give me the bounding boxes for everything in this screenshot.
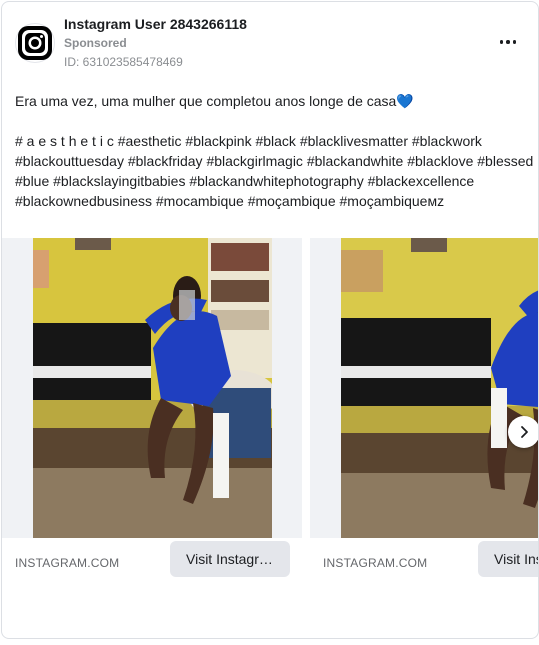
- card-domain-2: INSTAGRAM.COM: [323, 556, 428, 570]
- visit-instagram-button-1[interactable]: Visit Instagr…: [170, 541, 290, 577]
- caption-text: Era uma vez, uma mulher que completou an…: [15, 93, 397, 109]
- ad-card: Instagram User 2843266118 Sponsored ID: …: [1, 1, 539, 639]
- caption-hashtags: # a e s t h e t i c #aesthetic #blackpin…: [15, 133, 538, 209]
- more-options-icon[interactable]: [496, 32, 520, 52]
- carousel-image-2[interactable]: [341, 238, 538, 538]
- ad-id: ID: 631023585478469: [64, 55, 183, 69]
- carousel: INSTAGRAM.COM Visit Instagr… INSTAGRAM.C…: [2, 238, 538, 588]
- sponsored-label: Sponsored: [64, 36, 127, 50]
- instagram-logo-icon[interactable]: [15, 23, 55, 63]
- carousel-card-1[interactable]: [2, 238, 302, 538]
- ad-caption: Era uma vez, uma mulher que completou an…: [15, 91, 535, 211]
- carousel-card-2[interactable]: [310, 238, 538, 538]
- carousel-image-1[interactable]: [33, 238, 272, 538]
- blue-heart-icon: 💙: [396, 93, 414, 109]
- card-domain-1: INSTAGRAM.COM: [15, 556, 120, 570]
- visit-instagram-button-2[interactable]: Visit Ins: [478, 541, 538, 577]
- chevron-right-icon[interactable]: [508, 416, 538, 448]
- advertiser-name[interactable]: Instagram User 2843266118: [64, 16, 247, 32]
